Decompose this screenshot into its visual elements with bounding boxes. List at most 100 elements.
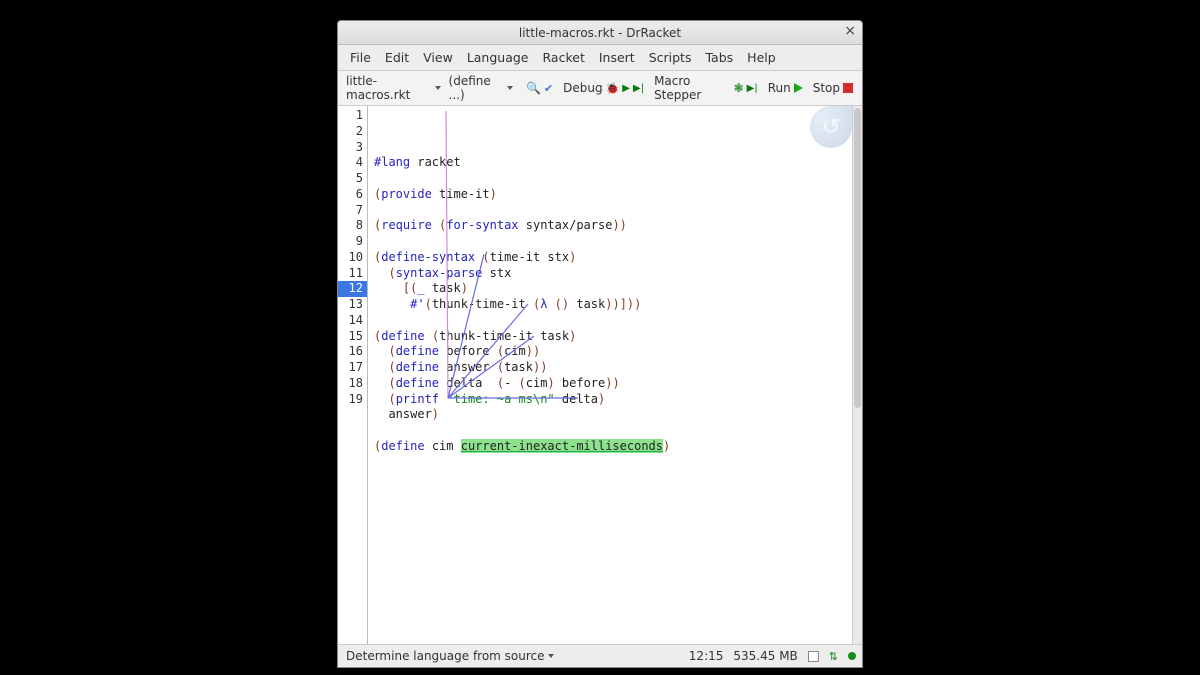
- code-token[interactable]: require: [381, 218, 432, 232]
- code-token[interactable]: before: [439, 344, 497, 358]
- code-token[interactable]: ): [598, 392, 605, 406]
- code-token[interactable]: thunk-time-it task: [439, 329, 569, 343]
- code-token[interactable]: ): [461, 281, 468, 295]
- menu-scripts[interactable]: Scripts: [643, 48, 698, 67]
- code-line[interactable]: (define delta (- (cim) before)): [374, 376, 846, 392]
- code-token[interactable]: [432, 218, 439, 232]
- code-token[interactable]: )): [605, 376, 619, 390]
- menu-tabs[interactable]: Tabs: [699, 48, 739, 67]
- menu-view[interactable]: View: [417, 48, 459, 67]
- run-button[interactable]: Run: [765, 80, 806, 96]
- code-token[interactable]: ): [490, 187, 497, 201]
- definitions-dropdown[interactable]: (define ...): [447, 73, 515, 103]
- code-line[interactable]: [374, 234, 846, 250]
- code-token[interactable]: ): [547, 376, 554, 390]
- file-dropdown[interactable]: little-macros.rkt: [344, 73, 443, 103]
- code-token[interactable]: answer: [439, 360, 497, 374]
- code-line[interactable]: [374, 423, 846, 439]
- code-area[interactable]: #lang racket (provide time-it) (require …: [368, 106, 852, 644]
- code-token[interactable]: ): [663, 439, 670, 453]
- code-token[interactable]: (: [388, 392, 395, 406]
- search-button[interactable]: 🔍 ✔: [523, 80, 556, 96]
- code-token[interactable]: [374, 392, 388, 406]
- code-token[interactable]: task: [504, 360, 533, 374]
- code-token[interactable]: (: [425, 297, 432, 311]
- code-token[interactable]: _: [417, 281, 424, 295]
- code-token[interactable]: answer: [374, 407, 432, 421]
- code-token[interactable]: cim: [526, 376, 548, 390]
- code-token[interactable]: (: [497, 360, 504, 374]
- code-token[interactable]: )): [612, 218, 626, 232]
- code-token[interactable]: ): [569, 329, 576, 343]
- code-token[interactable]: (: [482, 250, 489, 264]
- menu-racket[interactable]: Racket: [537, 48, 591, 67]
- code-token[interactable]: define: [396, 344, 439, 358]
- code-token[interactable]: (: [388, 360, 395, 374]
- code-token[interactable]: provide: [381, 187, 432, 201]
- code-token[interactable]: define: [381, 329, 424, 343]
- code-token[interactable]: task: [569, 297, 605, 311]
- code-token[interactable]: [374, 376, 388, 390]
- code-token[interactable]: for-syntax: [446, 218, 518, 232]
- code-token[interactable]: (: [388, 376, 395, 390]
- code-line[interactable]: (printf "time: ~a ms\n" delta): [374, 392, 846, 408]
- code-line[interactable]: #'(thunk-time-it (λ () task))])): [374, 297, 846, 313]
- code-token[interactable]: [547, 297, 554, 311]
- code-token[interactable]: (: [388, 344, 395, 358]
- code-token[interactable]: define: [381, 439, 424, 453]
- code-token[interactable]: [374, 344, 388, 358]
- code-line[interactable]: (syntax-parse stx: [374, 266, 846, 282]
- code-token[interactable]: delta: [439, 376, 497, 390]
- code-token[interactable]: before: [555, 376, 606, 390]
- code-line[interactable]: #lang racket: [374, 155, 846, 171]
- language-dropdown[interactable]: Determine language from source: [344, 648, 556, 664]
- code-token[interactable]: )): [533, 360, 547, 374]
- menu-insert[interactable]: Insert: [593, 48, 641, 67]
- code-token[interactable]: racket: [410, 155, 461, 169]
- code-token[interactable]: [(: [403, 281, 417, 295]
- code-token[interactable]: ): [432, 407, 439, 421]
- code-token[interactable]: [425, 329, 432, 343]
- code-token[interactable]: time-it: [432, 187, 490, 201]
- code-line[interactable]: (define cim current-inexact-milliseconds…: [374, 439, 846, 455]
- code-line[interactable]: [(_ task): [374, 281, 846, 297]
- scrollbar-thumb[interactable]: [854, 108, 861, 408]
- code-token[interactable]: cim: [504, 344, 526, 358]
- highlighted-identifier[interactable]: current-inexact-milliseconds: [461, 439, 663, 453]
- code-line[interactable]: [374, 313, 846, 329]
- menu-file[interactable]: File: [344, 48, 377, 67]
- code-line[interactable]: answer): [374, 407, 846, 423]
- code-token[interactable]: syntax/parse: [519, 218, 613, 232]
- code-token[interactable]: (: [388, 266, 395, 280]
- code-token[interactable]: (: [497, 376, 504, 390]
- menu-edit[interactable]: Edit: [379, 48, 415, 67]
- code-line[interactable]: (define before (cim)): [374, 344, 846, 360]
- code-token[interactable]: #': [410, 297, 424, 311]
- code-token[interactable]: cim: [425, 439, 461, 453]
- code-token[interactable]: (: [432, 329, 439, 343]
- code-token[interactable]: define-syntax: [381, 250, 475, 264]
- code-token[interactable]: ))])): [605, 297, 641, 311]
- titlebar[interactable]: little-macros.rkt - DrRacket ×: [338, 21, 862, 45]
- menu-language[interactable]: Language: [461, 48, 535, 67]
- code-token[interactable]: [374, 297, 410, 311]
- stop-button[interactable]: Stop: [810, 80, 856, 96]
- code-token[interactable]: stx: [482, 266, 511, 280]
- vertical-scrollbar[interactable]: [852, 106, 862, 644]
- code-token[interactable]: (: [519, 376, 526, 390]
- code-line[interactable]: (define (thunk-time-it task): [374, 329, 846, 345]
- code-token[interactable]: [374, 281, 403, 295]
- code-token[interactable]: (): [555, 297, 569, 311]
- code-token[interactable]: define: [396, 376, 439, 390]
- code-line[interactable]: (require (for-syntax syntax/parse)): [374, 218, 846, 234]
- code-line[interactable]: (provide time-it): [374, 187, 846, 203]
- code-token[interactable]: time-it stx: [490, 250, 569, 264]
- code-token[interactable]: (: [497, 344, 504, 358]
- debug-button[interactable]: Debug 🐞 ▶ ▶|: [560, 80, 647, 96]
- code-line[interactable]: [374, 203, 846, 219]
- code-token[interactable]: [374, 266, 388, 280]
- macro-stepper-button[interactable]: Macro Stepper ❃ ▶|: [651, 73, 761, 103]
- code-token[interactable]: define: [396, 360, 439, 374]
- code-token[interactable]: )): [526, 344, 540, 358]
- code-line[interactable]: (define-syntax (time-it stx): [374, 250, 846, 266]
